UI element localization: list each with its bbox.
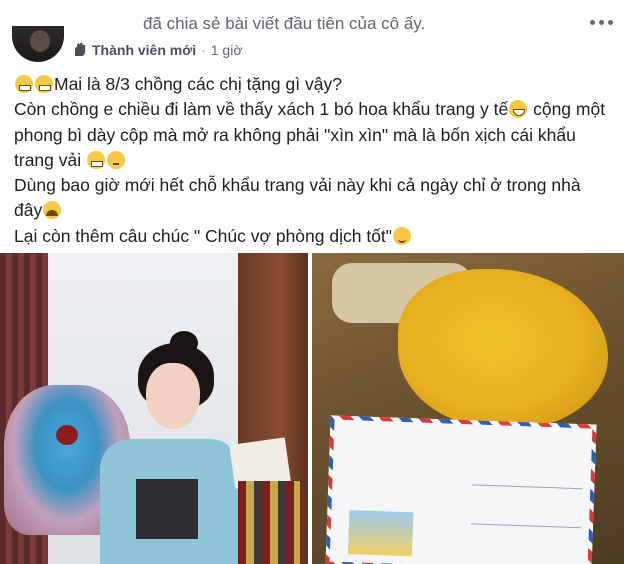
pensive-emoji-icon <box>106 150 125 169</box>
photo-masks-envelope[interactable] <box>312 253 624 564</box>
grimacing-emoji-icon <box>86 150 105 169</box>
grinning-sweat-emoji-icon <box>509 100 528 119</box>
relieved-emoji-icon <box>393 226 412 245</box>
post-line-5: Dùng bao giờ mới hết chỗ khẩu trang vải … <box>14 175 581 196</box>
envelope-stamp <box>347 510 414 557</box>
shared-post-text: đã chia sẻ bài viết đầu tiên của cô ấy. <box>143 14 426 33</box>
meta-separator: · <box>201 42 206 58</box>
crying-emoji-icon <box>43 201 62 220</box>
post-line-2: Còn chồng e chiều đi làm về thấy xách 1 … <box>14 99 606 120</box>
more-options-icon[interactable] <box>590 20 614 28</box>
post-meta: Thành viên mới · 1 giờ <box>72 41 243 59</box>
post-line-3: phong bì dày cộp mà mở ra không phải "xì… <box>14 124 576 145</box>
shirt <box>100 439 240 564</box>
post-line-7: Lại còn thêm câu chúc " Chúc vợ phòng dị… <box>14 224 614 249</box>
grimacing-emoji-icon <box>15 75 33 93</box>
woman <box>100 331 240 564</box>
post-text: Mai là 8/3 chồng các chị tặng gì vậy? Cò… <box>14 72 614 249</box>
post-line-6: đây <box>14 198 614 223</box>
post-line-1: Mai là 8/3 chồng các chị tặng gì vậy? <box>14 72 614 97</box>
member-badge[interactable]: Thành viên mới <box>92 42 196 58</box>
avatar[interactable] <box>12 26 64 62</box>
post-line-4: trang vải <box>14 148 614 173</box>
post-header: đã chia sẻ bài viết đầu tiên của cô ấy. … <box>0 0 624 66</box>
cloth-masks <box>238 481 300 564</box>
airmail-envelope <box>325 415 597 564</box>
handwritten-note <box>470 484 583 529</box>
post-timestamp[interactable]: 1 giờ <box>211 42 243 58</box>
hair-bun <box>170 331 198 355</box>
photo-woman-bouquet[interactable] <box>0 253 308 564</box>
grimacing-emoji-icon <box>35 75 53 93</box>
face <box>146 363 200 429</box>
member-wave-icon <box>75 42 86 56</box>
